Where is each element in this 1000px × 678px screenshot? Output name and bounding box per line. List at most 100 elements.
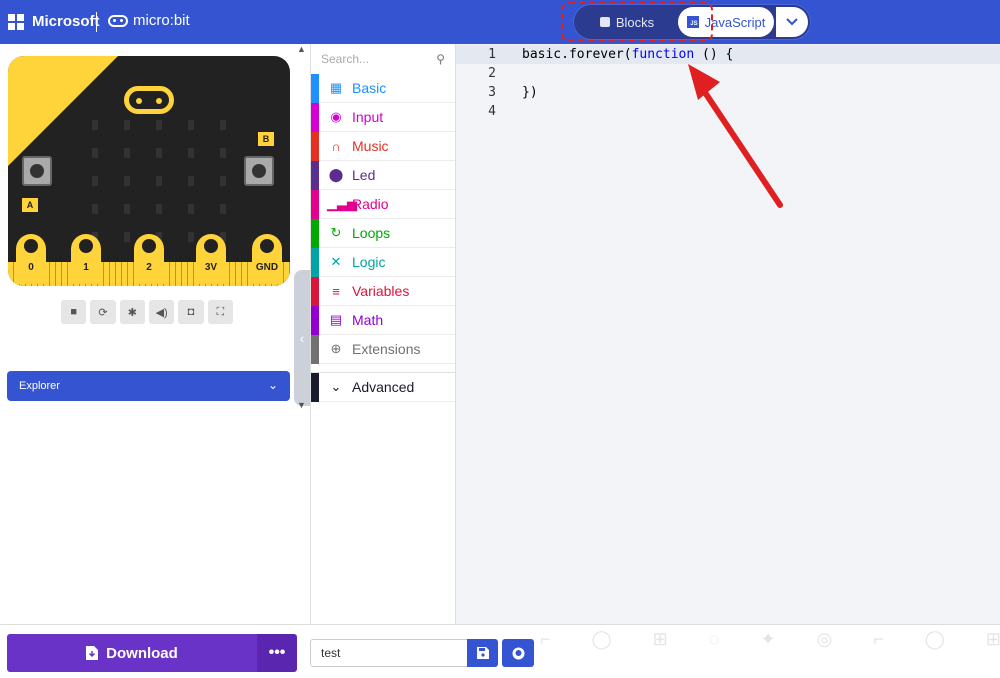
category-color-bar xyxy=(311,247,319,277)
collapse-simulator-button[interactable]: ‹ xyxy=(294,270,310,406)
microsoft-logo[interactable]: Microsoft xyxy=(8,13,100,30)
restart-button[interactable]: ⟳ xyxy=(90,300,116,324)
github-icon xyxy=(512,647,524,659)
input-icon: ◉ xyxy=(330,109,342,124)
highlight-annotation xyxy=(561,2,713,42)
category-color-bar xyxy=(311,372,319,402)
toolbox: Search... ⚲ ▦ Basic ◉ Input ∩ Music ⬤ Led ▁▃▅ Rad… xyxy=(310,44,455,624)
pin-1[interactable]: 1 xyxy=(71,234,101,284)
line-number: 3 xyxy=(488,85,496,100)
project-name-input[interactable] xyxy=(310,639,468,667)
logo-touch-pad[interactable] xyxy=(124,86,174,114)
header-divider xyxy=(96,12,97,32)
microbit-icon xyxy=(108,14,128,27)
more-icon: ••• xyxy=(268,644,286,661)
shuffle-icon: ✕ xyxy=(330,254,342,269)
button-b-label: B xyxy=(258,132,274,146)
category-logic[interactable]: ✕ Logic xyxy=(311,247,455,277)
github-button[interactable] xyxy=(502,639,534,667)
category-label: Led xyxy=(352,167,376,183)
category-led[interactable]: ⬤ Led xyxy=(311,160,455,190)
category-color-bar xyxy=(311,305,319,335)
category-label: Music xyxy=(352,138,389,154)
stop-icon: ■ xyxy=(70,306,77,318)
pin-3v[interactable]: 3V xyxy=(196,234,226,284)
save-button[interactable] xyxy=(467,639,498,667)
category-math[interactable]: ▤ Math xyxy=(311,305,455,335)
category-label: Input xyxy=(352,109,384,125)
scroll-up-icon[interactable]: ▲ xyxy=(297,44,306,54)
bottom-bar: ⌐ ◯ ⊞ ◌ ✦ ◎ ⌐ ◯ ⊞ ◌ ✦ ◎ Download ••• xyxy=(0,624,1000,678)
button-a-label: A xyxy=(22,198,38,212)
microbit-board[interactable]: A B 0 1 2 3V GND xyxy=(8,56,290,286)
category-advanced[interactable]: ⌄ Advanced xyxy=(311,372,455,402)
simulator-panel: A B 0 1 2 3V GND ■ ⟳ ✱ ◀) ◘ ⛶ Explorer ⌄ xyxy=(0,44,310,624)
category-label: Advanced xyxy=(352,379,415,395)
language-dropdown-button[interactable] xyxy=(776,7,808,37)
pin-2[interactable]: 2 xyxy=(134,234,164,284)
search-input[interactable]: Search... xyxy=(321,52,369,66)
headphones-icon: ∩ xyxy=(331,138,341,154)
debug-icon: ✱ xyxy=(127,306,137,319)
category-color-bar xyxy=(311,160,319,190)
pin-label: GND xyxy=(255,262,279,273)
category-music[interactable]: ∩ Music xyxy=(311,131,455,161)
chevron-down-icon xyxy=(786,18,798,26)
list-icon: ≡ xyxy=(332,283,340,299)
category-radio[interactable]: ▁▃▅ Radio xyxy=(311,189,455,219)
stop-button[interactable]: ■ xyxy=(61,300,87,324)
fullscreen-button[interactable]: ⛶ xyxy=(207,300,233,324)
pin-0[interactable]: 0 xyxy=(16,234,46,284)
category-label: Extensions xyxy=(352,341,421,357)
pin-label: 2 xyxy=(146,262,152,273)
microbit-logo[interactable]: micro:bit xyxy=(108,12,190,29)
category-label: Basic xyxy=(352,80,387,96)
plus-circle-icon: ⊕ xyxy=(330,341,342,356)
category-color-bar xyxy=(311,218,319,248)
category-loops[interactable]: ↻ Loops xyxy=(311,218,455,248)
category-label: Radio xyxy=(352,196,389,212)
category-color-bar xyxy=(311,131,319,161)
category-input[interactable]: ◉ Input xyxy=(311,102,455,132)
category-color-bar xyxy=(311,73,319,103)
download-options-button[interactable]: ••• xyxy=(257,634,297,672)
mute-button[interactable]: ◀) xyxy=(148,300,175,324)
calculator-icon: ▤ xyxy=(329,312,343,327)
category-color-bar xyxy=(311,334,319,364)
makecode-app: Microsoft micro:bit Blocks JS JavaScript xyxy=(0,0,1000,678)
scroll-down-icon[interactable]: ▼ xyxy=(297,400,306,410)
download-button[interactable]: Download xyxy=(7,634,257,672)
explorer-label: Explorer xyxy=(19,380,60,392)
screenshot-button[interactable]: ◘ xyxy=(178,300,204,324)
microsoft-grid-icon xyxy=(8,13,24,30)
javascript-tab-label: JavaScript xyxy=(704,14,766,30)
category-extensions[interactable]: ⊕ Extensions xyxy=(311,334,455,364)
line-number: 4 xyxy=(488,104,496,119)
search-icon[interactable]: ⚲ xyxy=(436,52,445,66)
button-a[interactable] xyxy=(22,156,52,186)
category-label: Loops xyxy=(352,225,391,241)
category-label: Variables xyxy=(352,283,410,299)
category-basic[interactable]: ▦ Basic xyxy=(311,73,455,103)
fullscreen-icon: ⛶ xyxy=(216,305,225,318)
decorative-pattern: ⌐ ◯ ⊞ ◌ ✦ ◎ ⌐ ◯ ⊞ ◌ ✦ ◎ xyxy=(540,629,1000,649)
led-matrix xyxy=(92,120,232,242)
brand-label: Microsoft xyxy=(32,13,100,30)
toolbox-search[interactable]: Search... ⚲ xyxy=(311,44,455,74)
pin-label: 1 xyxy=(83,262,89,273)
loop-icon: ↻ xyxy=(330,225,342,240)
debug-button[interactable]: ✱ xyxy=(119,300,145,324)
code-token: basic.forever( xyxy=(522,47,632,62)
grid-icon: ▦ xyxy=(329,80,343,95)
code-text: }) xyxy=(522,85,538,100)
pin-gnd[interactable]: GND xyxy=(252,234,282,284)
category-color-bar xyxy=(311,102,319,132)
top-bar: Microsoft micro:bit Blocks JS JavaScript xyxy=(0,0,1000,44)
toggle-icon: ⬤ xyxy=(328,167,344,182)
explorer-toggle[interactable]: Explorer ⌄ xyxy=(7,371,290,401)
download-icon xyxy=(86,646,99,660)
simulator-toolbar: ■ ⟳ ✱ ◀) ◘ ⛶ xyxy=(61,300,233,326)
button-b[interactable] xyxy=(244,156,274,186)
category-variables[interactable]: ≡ Variables xyxy=(311,276,455,306)
line-number: 2 xyxy=(488,66,496,81)
